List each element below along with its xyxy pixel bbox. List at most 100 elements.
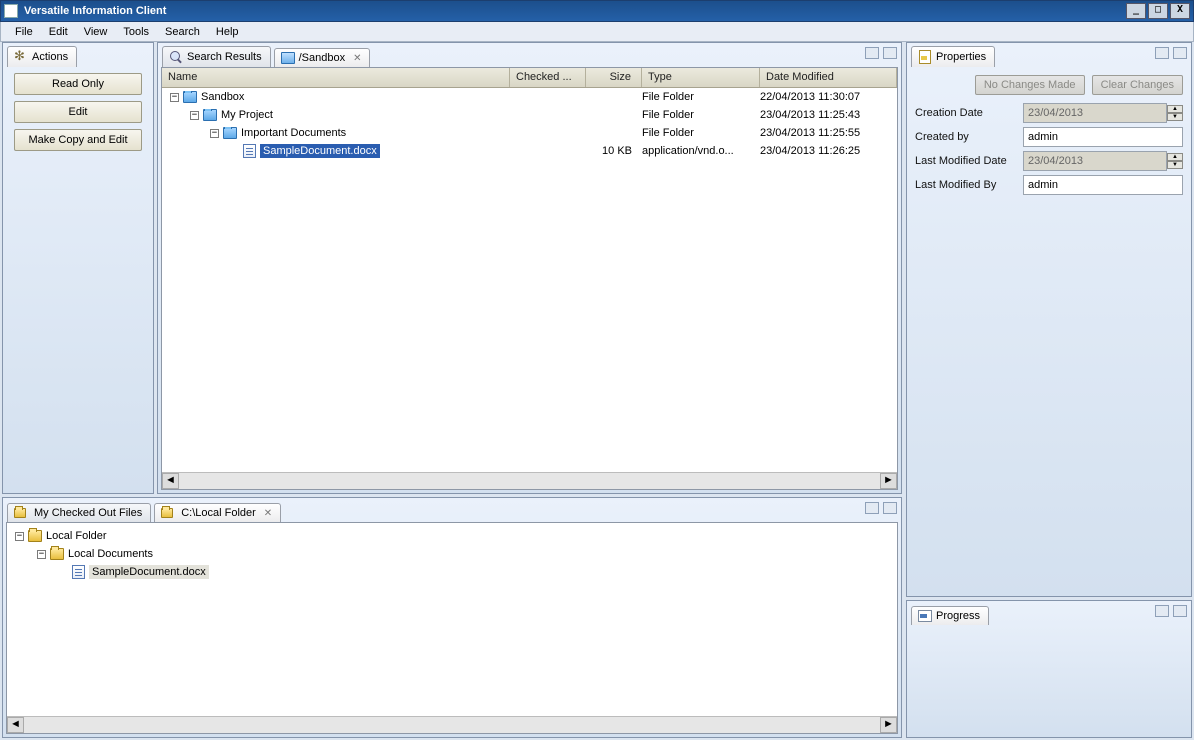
tree-toggle[interactable]: − (170, 93, 179, 102)
stepper-down[interactable]: ▼ (1167, 113, 1183, 121)
col-type[interactable]: Type (642, 68, 760, 87)
input-last-modified-by[interactable]: admin (1023, 175, 1183, 195)
document-icon (72, 565, 85, 579)
table-row[interactable]: −SandboxFile Folder22/04/2013 11:30:07 (162, 88, 897, 106)
scroll-left-arrow[interactable]: ◄ (162, 473, 179, 489)
list-item[interactable]: SampleDocument.docx (11, 563, 893, 581)
tab-progress[interactable]: Progress (911, 606, 989, 625)
read-only-button[interactable]: Read Only (14, 73, 142, 95)
view-minimize-icon[interactable] (1155, 605, 1169, 617)
col-checked[interactable]: Checked ... (510, 68, 586, 87)
tab-local-folder[interactable]: C:\Local Folder ✕ (154, 503, 281, 522)
stepper-down[interactable]: ▼ (1167, 161, 1183, 169)
tab-local-folder-label: C:\Local Folder (181, 507, 256, 519)
view-minimize-icon[interactable] (865, 47, 879, 59)
view-minimize-icon[interactable] (865, 502, 879, 514)
menu-tools[interactable]: Tools (115, 24, 157, 40)
row-type: File Folder (642, 91, 760, 103)
menu-edit[interactable]: Edit (41, 24, 76, 40)
tree-toggle[interactable]: − (190, 111, 199, 120)
properties-pane: Properties No Changes Made Clear Changes… (906, 42, 1192, 597)
tree-toggle[interactable]: − (210, 129, 219, 138)
no-changes-button[interactable]: No Changes Made (975, 75, 1085, 95)
view-minimize-icon[interactable] (1155, 47, 1169, 59)
window-close-button[interactable]: X (1170, 3, 1190, 19)
tab-search-results[interactable]: Search Results (162, 46, 271, 67)
label-created-by: Created by (915, 131, 1023, 143)
row-size: 10 KB (586, 145, 642, 157)
close-icon[interactable]: ✕ (353, 53, 361, 64)
row-name: My Project (221, 109, 273, 121)
item-name: SampleDocument.docx (89, 566, 209, 578)
list-item[interactable]: − Local Folder (11, 527, 893, 545)
scroll-right-arrow[interactable]: ► (880, 473, 897, 489)
item-name: Local Folder (46, 530, 107, 542)
window-minimize-button[interactable]: _ (1126, 3, 1146, 19)
tab-search-results-label: Search Results (187, 51, 262, 63)
make-copy-edit-button[interactable]: Make Copy and Edit (14, 129, 142, 151)
menu-file[interactable]: File (7, 24, 41, 40)
tree-toggle[interactable]: − (37, 550, 46, 559)
document-icon (243, 144, 256, 158)
window-maximize-button[interactable]: □ (1148, 3, 1168, 19)
local-pane: My Checked Out Files C:\Local Folder ✕ −… (2, 497, 902, 738)
row-date: 23/04/2013 11:26:25 (760, 145, 897, 157)
row-type: File Folder (642, 109, 760, 121)
menu-view[interactable]: View (76, 24, 116, 40)
edit-button[interactable]: Edit (14, 101, 142, 123)
row-date: 23/04/2013 11:25:55 (760, 127, 897, 139)
input-creation-date: 23/04/2013 (1023, 103, 1167, 123)
item-name: Local Documents (68, 548, 153, 560)
tab-sandbox[interactable]: /Sandbox ✕ (274, 48, 371, 67)
tab-properties[interactable]: Properties (911, 46, 995, 67)
folder-icon (50, 548, 64, 560)
input-created-by[interactable]: admin (1023, 127, 1183, 147)
menu-search[interactable]: Search (157, 24, 208, 40)
col-size[interactable]: Size (586, 68, 642, 87)
tab-progress-label: Progress (936, 610, 980, 622)
folder-icon (281, 52, 295, 64)
label-last-modified-by: Last Modified By (915, 179, 1023, 191)
scroll-right-arrow[interactable]: ► (880, 717, 897, 733)
tab-my-checked-out[interactable]: My Checked Out Files (7, 503, 151, 522)
folder-icon (203, 109, 217, 121)
table-row[interactable]: SampleDocument.docx 10 KBapplication/vnd.… (162, 142, 897, 160)
clear-changes-button[interactable]: Clear Changes (1092, 75, 1183, 95)
tab-actions[interactable]: Actions (7, 46, 77, 67)
view-maximize-icon[interactable] (883, 502, 897, 514)
col-name[interactable]: Name (162, 68, 510, 87)
col-date[interactable]: Date Modified (760, 68, 897, 87)
list-item[interactable]: − Local Documents (11, 545, 893, 563)
folder-icon (183, 91, 197, 103)
scroll-left-arrow[interactable]: ◄ (7, 717, 24, 733)
view-maximize-icon[interactable] (1173, 47, 1187, 59)
row-name: Important Documents (241, 127, 346, 139)
close-icon[interactable]: ✕ (264, 508, 272, 519)
stepper-up[interactable]: ▲ (1167, 105, 1183, 113)
row-type: File Folder (642, 127, 760, 139)
stepper-up[interactable]: ▲ (1167, 153, 1183, 161)
tree-toggle[interactable]: − (15, 532, 24, 541)
app-icon (4, 4, 18, 18)
search-icon (169, 50, 183, 64)
row-name: SampleDocument.docx (260, 145, 380, 157)
gear-icon (14, 50, 28, 64)
tab-actions-label: Actions (32, 51, 68, 63)
view-maximize-icon[interactable] (883, 47, 897, 59)
input-last-modified-date: 23/04/2013 (1023, 151, 1167, 171)
properties-icon (918, 50, 932, 64)
horizontal-scrollbar[interactable]: ◄ ► (7, 716, 897, 733)
row-date: 22/04/2013 11:30:07 (760, 91, 897, 103)
table-row[interactable]: − My Project File Folder23/04/2013 11:25:4… (162, 106, 897, 124)
table-row[interactable]: − Important Documents File Folder23/04/201… (162, 124, 897, 142)
progress-pane: Progress (906, 600, 1192, 738)
tree-header: Name Checked ... Size Type Date Modified (162, 68, 897, 88)
row-date: 23/04/2013 11:25:43 (760, 109, 897, 121)
folder-icon (223, 127, 237, 139)
menu-help[interactable]: Help (208, 24, 247, 40)
horizontal-scrollbar[interactable]: ◄ ► (162, 472, 897, 489)
menubar: File Edit View Tools Search Help (0, 22, 1194, 42)
row-type: application/vnd.o... (642, 145, 760, 157)
folder-icon (161, 508, 173, 518)
view-maximize-icon[interactable] (1173, 605, 1187, 617)
